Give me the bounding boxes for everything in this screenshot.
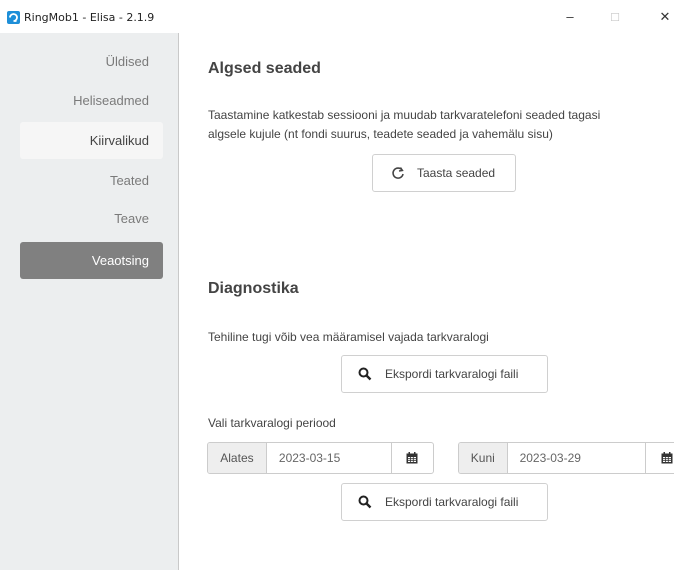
app-logo-icon xyxy=(7,11,20,24)
close-button[interactable]: ✕ xyxy=(650,6,674,28)
to-date-addon: Kuni xyxy=(459,443,508,473)
from-calendar-button[interactable] xyxy=(390,443,433,473)
maximize-button[interactable]: □ xyxy=(600,6,630,28)
sidebar-item-veaotsing[interactable]: Veaotsing xyxy=(20,242,163,279)
reset-settings-button[interactable]: Taasta seaded xyxy=(372,154,516,192)
calendar-icon xyxy=(661,452,673,464)
export-log-button[interactable]: Ekspordi tarkvaralogi faili xyxy=(341,355,548,393)
from-date-input[interactable]: 2023-03-15 xyxy=(267,443,391,473)
reset-description-line1: Taastamine katkestab sessiooni ja muudab… xyxy=(208,108,601,122)
sidebar-item-uldised[interactable]: Üldised xyxy=(20,43,163,80)
refresh-icon xyxy=(392,167,404,179)
sidebar-item-label: Kiirvalikud xyxy=(89,133,149,148)
sidebar-item-kiirvalikud[interactable]: Kiirvalikud xyxy=(20,122,163,159)
export-period-log-button[interactable]: Ekspordi tarkvaralogi faili xyxy=(341,483,548,521)
sidebar-item-teave[interactable]: Teave xyxy=(20,200,163,237)
reset-heading: Algsed seaded xyxy=(208,60,321,77)
title-bar: RingMob1 - Elisa - 2.1.9 – □ ✕ xyxy=(0,0,674,33)
sidebar-item-label: Teave xyxy=(114,211,149,226)
export-period-log-label: Ekspordi tarkvaralogi faili xyxy=(385,495,519,509)
reset-description-line2: algsele kujule (nt fondi suurus, teadete… xyxy=(208,127,553,141)
window-title: RingMob1 - Elisa - 2.1.9 xyxy=(24,11,155,24)
to-date-input[interactable]: 2023-03-29 xyxy=(508,443,646,473)
to-date-group: Kuni 2023-03-29 xyxy=(458,442,674,474)
diagnostics-description: Tehiline tugi võib vea määramisel vajada… xyxy=(208,330,489,344)
reset-settings-label: Taasta seaded xyxy=(417,166,496,180)
export-log-label: Ekspordi tarkvaralogi faili xyxy=(385,367,519,381)
from-date-group: Alates 2023-03-15 xyxy=(207,442,434,474)
minimize-button[interactable]: – xyxy=(555,6,585,28)
sidebar-item-label: Veaotsing xyxy=(91,253,149,268)
sidebar-item-label: Üldised xyxy=(105,54,149,69)
sidebar-item-heliseadmed[interactable]: Heliseadmed xyxy=(20,82,163,119)
to-calendar-button[interactable] xyxy=(645,443,674,473)
log-period-label: Vali tarkvaralogi periood xyxy=(208,416,336,430)
search-icon xyxy=(358,495,372,509)
diagnostics-heading: Diagnostika xyxy=(208,280,299,297)
calendar-icon xyxy=(406,452,418,464)
search-icon xyxy=(358,367,372,381)
from-date-addon: Alates xyxy=(208,443,267,473)
sidebar: Üldised Heliseadmed Kiirvalikud Teated T… xyxy=(0,33,179,570)
sidebar-item-teated[interactable]: Teated xyxy=(20,162,163,199)
sidebar-item-label: Teated xyxy=(109,173,149,188)
sidebar-item-label: Heliseadmed xyxy=(73,93,149,108)
